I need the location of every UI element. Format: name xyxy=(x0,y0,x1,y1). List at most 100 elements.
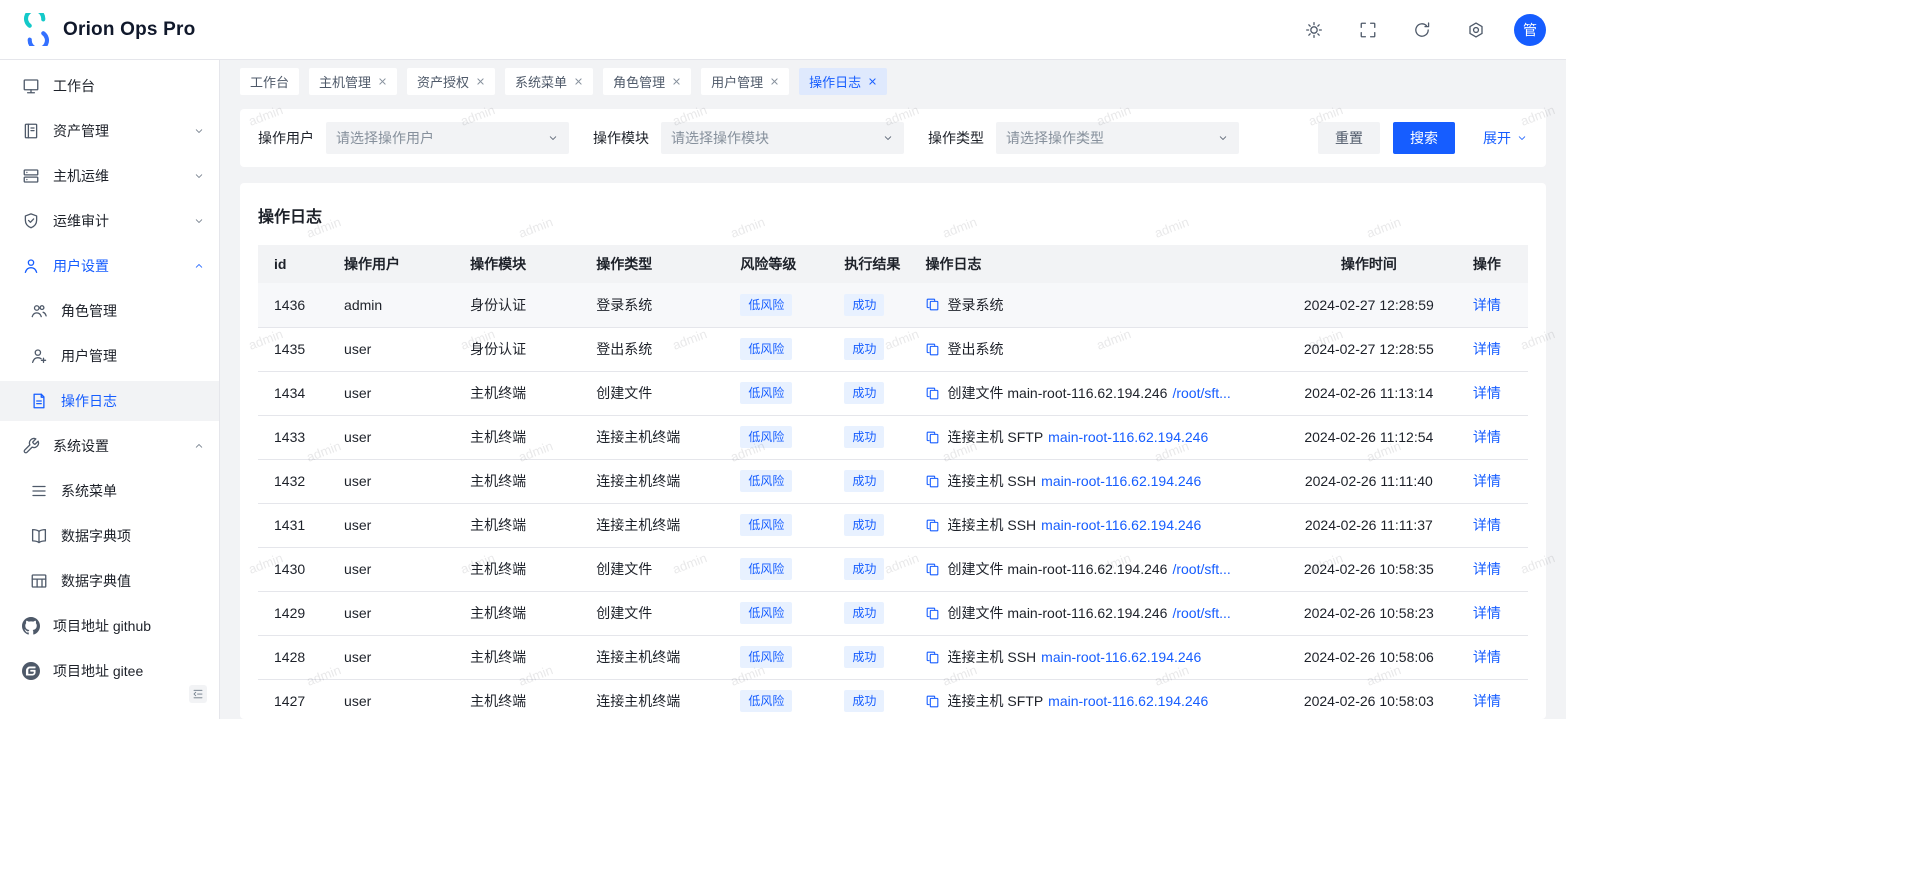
result-badge: 成功 xyxy=(844,338,884,360)
chevron-down-icon xyxy=(1516,132,1528,144)
close-icon[interactable] xyxy=(378,77,387,86)
log-link[interactable]: main-root-116.62.194.246 xyxy=(1048,693,1208,709)
sidebar-item-label: 系统设置 xyxy=(53,436,109,456)
sidebar-item-system-settings[interactable]: 系统设置 xyxy=(0,426,219,466)
log-cell: 连接主机 SFTP main-root-116.62.194.246 xyxy=(925,691,1264,711)
close-icon[interactable] xyxy=(672,77,681,86)
log-cell: 创建文件 main-root-116.62.194.246 /root/sft.… xyxy=(925,603,1264,623)
copy-icon[interactable] xyxy=(925,430,940,445)
detail-link[interactable]: 详情 xyxy=(1473,385,1501,401)
user-icon xyxy=(22,257,40,275)
menu-fold-icon xyxy=(192,688,204,700)
sidebar-item-dict-keys[interactable]: 数据字典项 xyxy=(0,516,219,556)
sidebar-item-user-management[interactable]: 用户管理 xyxy=(0,336,219,376)
copy-icon[interactable] xyxy=(925,474,940,489)
tab-host-management[interactable]: 主机管理 xyxy=(309,68,397,95)
copy-icon[interactable] xyxy=(925,518,940,533)
log-link[interactable]: main-root-116.62.194.246 xyxy=(1048,429,1208,445)
column-header: 操作类型 xyxy=(580,245,724,283)
tab-role-management[interactable]: 角色管理 xyxy=(603,68,691,95)
close-icon[interactable] xyxy=(868,77,877,86)
user-avatar[interactable]: 管 xyxy=(1514,14,1546,46)
copy-icon[interactable] xyxy=(925,386,940,401)
detail-link[interactable]: 详情 xyxy=(1473,561,1501,577)
close-icon[interactable] xyxy=(574,77,583,86)
sidebar-item-github-link[interactable]: 项目地址 github xyxy=(0,606,219,646)
sidebar-item-workbench[interactable]: 工作台 xyxy=(0,66,219,106)
tab-bar: 工作台主机管理 资产授权 系统菜单 角色管理 用户管理 操作日志 xyxy=(220,60,1566,95)
detail-link[interactable]: 详情 xyxy=(1473,473,1501,489)
cell-id: 1433 xyxy=(258,415,328,459)
header-right: 管 xyxy=(1298,14,1546,46)
sidebar-item-host-ops[interactable]: 主机运维 xyxy=(0,156,219,196)
operation-type-select[interactable]: 请选择操作类型 xyxy=(996,122,1239,154)
refresh-icon xyxy=(1413,21,1431,39)
close-icon[interactable] xyxy=(770,77,779,86)
tab-label: 操作日志 xyxy=(809,72,861,91)
cell-id: 1432 xyxy=(258,459,328,503)
copy-icon[interactable] xyxy=(925,694,940,709)
sidebar-item-label: 角色管理 xyxy=(61,301,117,321)
cell-module: 主机终端 xyxy=(454,547,580,591)
sidebar-item-ops-audit[interactable]: 运维审计 xyxy=(0,201,219,241)
detail-link[interactable]: 详情 xyxy=(1473,605,1501,621)
tab-workbench[interactable]: 工作台 xyxy=(240,68,299,95)
log-link[interactable]: /root/sft... xyxy=(1172,385,1230,401)
cell-time: 2024-02-26 10:58:23 xyxy=(1281,591,1457,635)
sidebar-menu: 工作台资产管理主机运维运维审计用户设置角色管理用户管理操作日志系统设置系统菜单数… xyxy=(0,66,219,691)
copy-icon[interactable] xyxy=(925,562,940,577)
search-button[interactable]: 搜索 xyxy=(1393,122,1455,154)
detail-link[interactable]: 详情 xyxy=(1473,429,1501,445)
close-icon[interactable] xyxy=(476,77,485,86)
expand-toggle[interactable]: 展开 xyxy=(1483,128,1528,148)
log-link[interactable]: /root/sft... xyxy=(1172,605,1230,621)
sidebar-item-user-settings[interactable]: 用户设置 xyxy=(0,246,219,286)
tab-label: 资产授权 xyxy=(417,72,469,91)
sidebar-item-system-menu[interactable]: 系统菜单 xyxy=(0,471,219,511)
detail-link[interactable]: 详情 xyxy=(1473,517,1501,533)
sidebar-item-label: 数据字典值 xyxy=(61,571,131,591)
cell-module: 主机终端 xyxy=(454,591,580,635)
reset-button[interactable]: 重置 xyxy=(1318,122,1380,154)
copy-icon[interactable] xyxy=(925,650,940,665)
detail-link[interactable]: 详情 xyxy=(1473,649,1501,665)
sidebar-item-label: 数据字典项 xyxy=(61,526,131,546)
theme-toggle-button[interactable] xyxy=(1298,14,1330,46)
risk-badge: 低风险 xyxy=(740,426,792,448)
detail-link[interactable]: 详情 xyxy=(1473,693,1501,709)
sidebar-item-dict-values[interactable]: 数据字典值 xyxy=(0,561,219,601)
app-logo: Orion Ops Pro xyxy=(20,13,195,46)
fullscreen-button[interactable] xyxy=(1352,14,1384,46)
sidebar-item-gitee-link[interactable]: 项目地址 gitee xyxy=(0,651,219,691)
tab-label: 角色管理 xyxy=(613,72,665,91)
tab-user-management[interactable]: 用户管理 xyxy=(701,68,789,95)
sidebar-item-role-management[interactable]: 角色管理 xyxy=(0,291,219,331)
log-link[interactable]: main-root-116.62.194.246 xyxy=(1041,473,1201,489)
cell-time: 2024-02-26 11:13:14 xyxy=(1281,371,1457,415)
sidebar-item-operation-log[interactable]: 操作日志 xyxy=(0,381,219,421)
tab-system-menu[interactable]: 系统菜单 xyxy=(505,68,593,95)
sidebar-item-label: 工作台 xyxy=(53,76,95,96)
column-header: id xyxy=(258,245,328,283)
result-badge: 成功 xyxy=(844,514,884,536)
copy-icon[interactable] xyxy=(925,342,940,357)
detail-link[interactable]: 详情 xyxy=(1473,341,1501,357)
sidebar-collapse-button[interactable] xyxy=(189,685,207,703)
log-cell: 连接主机 SSH main-root-116.62.194.246 xyxy=(925,471,1264,491)
sidebar-item-asset-management[interactable]: 资产管理 xyxy=(0,111,219,151)
copy-icon[interactable] xyxy=(925,297,940,312)
operation-user-select[interactable]: 请选择操作用户 xyxy=(326,122,569,154)
log-link[interactable]: main-root-116.62.194.246 xyxy=(1041,649,1201,665)
tab-asset-auth[interactable]: 资产授权 xyxy=(407,68,495,95)
operation-module-select[interactable]: 请选择操作模块 xyxy=(661,122,904,154)
cell-time: 2024-02-27 12:28:59 xyxy=(1281,283,1457,327)
settings-button[interactable] xyxy=(1460,14,1492,46)
result-badge: 成功 xyxy=(844,426,884,448)
refresh-button[interactable] xyxy=(1406,14,1438,46)
detail-link[interactable]: 详情 xyxy=(1473,297,1501,313)
log-link[interactable]: /root/sft... xyxy=(1172,561,1230,577)
log-link[interactable]: main-root-116.62.194.246 xyxy=(1041,517,1201,533)
sidebar-item-label: 项目地址 github xyxy=(53,616,151,636)
tab-operation-log[interactable]: 操作日志 xyxy=(799,68,887,95)
copy-icon[interactable] xyxy=(925,606,940,621)
